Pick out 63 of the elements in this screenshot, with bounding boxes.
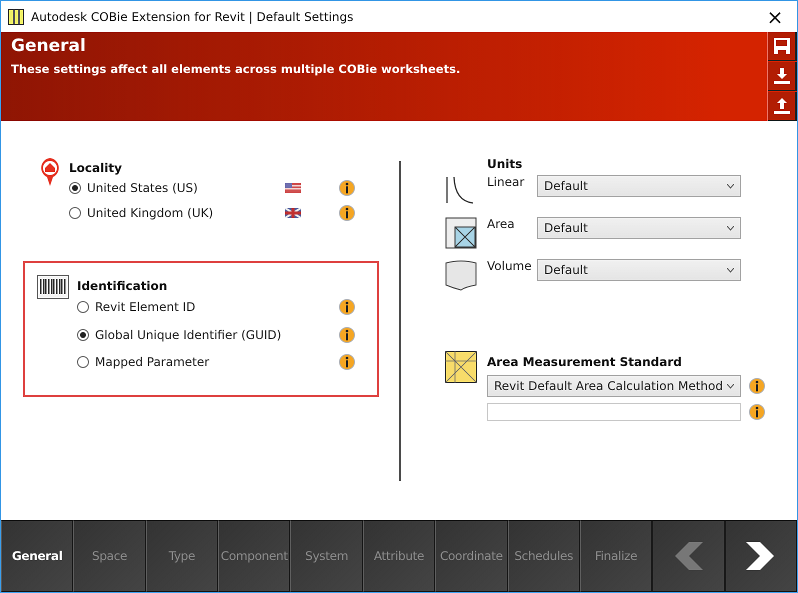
location-pin-icon xyxy=(39,157,61,187)
chevron-down-icon xyxy=(727,184,734,188)
nav-tab[interactable]: Finalize xyxy=(580,520,652,592)
radio-button[interactable] xyxy=(69,182,81,194)
area-method-dropdown[interactable]: Revit Default Area Calculation Method xyxy=(487,375,741,397)
download-icon xyxy=(774,68,790,84)
nav-tab[interactable]: Attribute xyxy=(362,520,436,592)
area-icon xyxy=(445,217,477,249)
upload-icon xyxy=(774,98,790,114)
save-button[interactable] xyxy=(768,32,797,61)
nav-tab[interactable]: Schedules xyxy=(508,520,580,592)
next-arrow-icon xyxy=(746,542,776,570)
page-title: General xyxy=(11,36,87,56)
unit-label: Volume xyxy=(487,259,533,273)
unit-dropdown[interactable]: Default xyxy=(537,175,741,197)
option-label: Global Unique Identifier (GUID) xyxy=(95,328,282,342)
section-title: Area Measurement Standard xyxy=(487,355,683,369)
option-label: United States (US) xyxy=(87,180,199,194)
window-title: Autodesk COBie Extension for Revit | Default Settings xyxy=(31,10,354,24)
page-subtitle: These settings affect all elements across multiple COBie worksheets. xyxy=(11,62,462,76)
import-button[interactable] xyxy=(768,62,797,91)
info-icon[interactable] xyxy=(339,180,355,196)
radio-button[interactable] xyxy=(77,356,89,368)
app-icon xyxy=(8,8,24,24)
section-title: Identification xyxy=(77,279,168,293)
nav-tab[interactable]: Coordinate xyxy=(435,520,508,592)
chevron-down-icon xyxy=(727,384,734,388)
radio-button[interactable] xyxy=(77,301,89,313)
option-label: United Kingdom (UK) xyxy=(87,206,214,220)
nav-tab[interactable]: System xyxy=(290,520,363,592)
option-label: Revit Element ID xyxy=(95,300,196,314)
section-title: Locality xyxy=(69,161,123,175)
option-label: Mapped Parameter xyxy=(95,354,210,368)
floor-plan-icon xyxy=(445,351,477,383)
chevron-down-icon xyxy=(727,268,734,272)
info-icon[interactable] xyxy=(749,378,765,394)
unit-label: Linear xyxy=(487,175,526,189)
unit-label: Area xyxy=(487,217,516,231)
info-icon[interactable] xyxy=(339,326,355,342)
text-field[interactable] xyxy=(487,403,741,421)
flag-icon xyxy=(285,208,301,218)
info-icon[interactable] xyxy=(749,404,765,420)
unit-dropdown[interactable]: Default xyxy=(537,217,741,239)
next-button[interactable] xyxy=(724,520,797,592)
export-button[interactable] xyxy=(768,92,797,121)
info-icon[interactable] xyxy=(339,354,355,370)
barcode-icon xyxy=(37,275,69,299)
unit-dropdown[interactable]: Default xyxy=(537,259,741,281)
nav-tab[interactable]: Component xyxy=(218,520,290,592)
nav-tab[interactable]: General xyxy=(1,520,74,592)
section-title: Units xyxy=(487,157,524,171)
radio-button[interactable] xyxy=(69,206,81,218)
save-icon xyxy=(774,38,790,54)
info-icon[interactable] xyxy=(339,299,355,315)
volume-icon xyxy=(445,259,477,291)
close-button[interactable]: × xyxy=(753,2,797,32)
chevron-down-icon xyxy=(727,226,734,230)
previous-arrow-icon xyxy=(673,542,704,570)
nav-tab[interactable]: Type xyxy=(146,520,218,592)
radio-button[interactable] xyxy=(77,328,89,340)
info-icon[interactable] xyxy=(339,204,355,220)
nav-tab[interactable]: Space xyxy=(73,520,146,592)
flag-icon xyxy=(285,182,301,192)
